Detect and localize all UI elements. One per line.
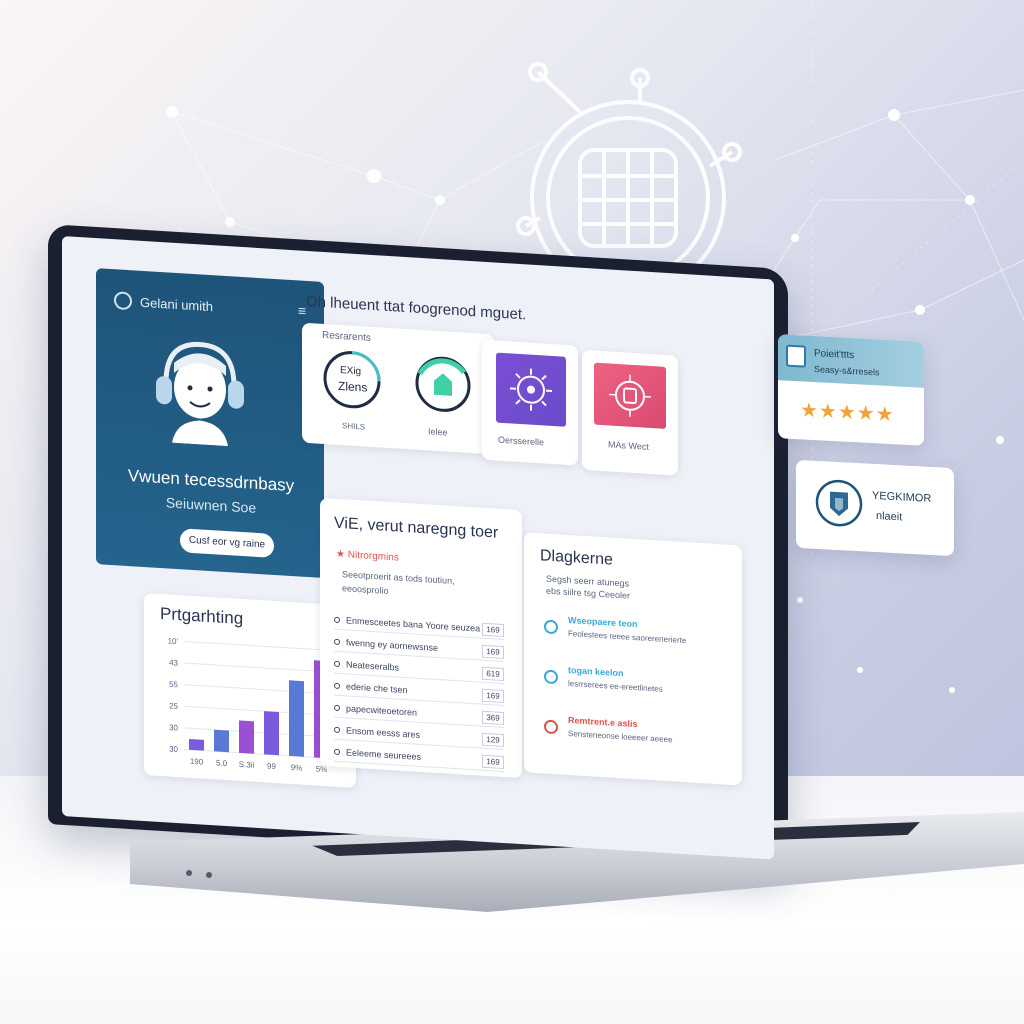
gauges-card[interactable]: Resrarents EXig Zlens SHILS Ielee (302, 322, 494, 455)
grid-line (184, 662, 334, 673)
insight-tile-purple[interactable]: Oersserelle (482, 339, 578, 466)
cert-subtitle: nlaeit (876, 510, 903, 524)
feed-item-text: Feolestees reeee saorerenerierte (568, 628, 687, 646)
x-tick-label: 190 (190, 757, 204, 767)
y-tick-label: 30 (169, 723, 178, 733)
tile3-caption: Oersserelle (498, 434, 545, 448)
bullet-icon (334, 748, 340, 756)
y-tick-label: 43 (169, 658, 178, 668)
ai-chip-icon (594, 362, 666, 429)
list-row-label: papecwiteoetoren (346, 703, 418, 718)
alert-label: ★ Nitrorgmins (336, 549, 399, 564)
bullet-icon (334, 682, 340, 690)
feed-status-icon (544, 719, 558, 735)
gauge2-caption: Ielee (428, 426, 448, 438)
list-row-label: Eeleeme seureees (346, 747, 422, 762)
feed-item-title: Wseopaere teon (568, 614, 638, 630)
chart-bar (189, 738, 204, 751)
chart-title: Prtgarhting (160, 603, 244, 629)
x-tick-label: S.3ii (239, 760, 255, 770)
list-row-label: Neateseralbs (346, 659, 400, 673)
bullet-icon (334, 638, 340, 646)
list-panel-title: ViE, verut naregng toer (334, 514, 499, 542)
review-card[interactable]: Poieit'ttts Seasy-s&rresels ★★★★★ (778, 334, 924, 446)
feed-status-icon (544, 669, 558, 685)
list-row-label: ederie che tsen (346, 681, 408, 696)
list-sub-2: eeoosprolio (342, 583, 389, 596)
list-row-label: Enmesceetes bana Yoore seuzea (346, 615, 481, 634)
feed-status-icon (544, 619, 558, 635)
list-row-value: 369 (482, 710, 504, 726)
shield-badge-icon (815, 479, 863, 527)
profile-sidebar: Gelani umith ≡ Vwuen tecessdrnbasy Seiuw… (96, 268, 324, 579)
feed-item[interactable]: Wseopaere teon Feolestees reeee saorerene… (544, 613, 724, 645)
chart-bar (264, 711, 279, 756)
menu-icon[interactable]: ≡ (298, 302, 306, 318)
gauge-value: Zlens (338, 378, 368, 395)
feed-panel-title: Dlagkerne (540, 547, 613, 569)
alert-text: Nitrorgmins (347, 549, 399, 564)
y-tick-label: 30 (169, 745, 178, 755)
y-tick-label: 25 (169, 701, 178, 711)
gauge-top-value: EXig (340, 365, 362, 378)
certification-card[interactable]: YEGKIMOR nlaeit (796, 459, 954, 557)
x-tick-label: 99 (267, 762, 276, 772)
refresh-ring-icon (415, 356, 471, 412)
laptop-screen: Gelani umith ≡ Vwuen tecessdrnbasy Seiuw… (62, 236, 774, 860)
x-tick-label: 5.0 (216, 758, 228, 768)
chart-bar (239, 720, 254, 754)
bullet-icon (334, 704, 340, 712)
feed-item-title: togan keelon (568, 664, 624, 679)
page-title: Oh lheuent ttat foogrenod mguet. (306, 292, 527, 324)
audio-port-icon (206, 872, 212, 878)
list-row-value: 169 (482, 644, 504, 660)
feed-panel: Dlagkerne Segsh seerr atunegs ebs siilre… (524, 532, 742, 786)
profile-action-button[interactable]: Cusf eor vg raine (180, 528, 274, 558)
feed-item-text: Sensteneonse loeeeer aeeee (568, 728, 673, 745)
grid-line (184, 748, 334, 760)
list-row-value: 169 (482, 754, 504, 770)
chart-bar (289, 680, 304, 757)
tile4-caption: MAs Wect (608, 439, 649, 452)
ai-brain-icon (496, 352, 566, 427)
logo-icon (114, 291, 132, 311)
gauges-label: Resrarents (322, 329, 371, 344)
cert-title: YEGKIMOR (872, 489, 932, 505)
grid-line (184, 684, 334, 695)
chart-bar (214, 729, 229, 753)
list-row-value: 169 (482, 688, 504, 704)
star-alert-icon: ★ (336, 548, 348, 561)
bullet-icon (334, 616, 340, 624)
list-row-value: 169 (482, 622, 504, 638)
rating-stars: ★★★★★ (800, 399, 895, 427)
feed-item-text: lesrrserees ee-ereetlinetes (568, 678, 663, 694)
list-row-value: 619 (482, 666, 504, 682)
feed-item[interactable]: togan keelon lesrrserees ee-ereetlinetes (544, 663, 724, 694)
bullet-icon (334, 660, 340, 668)
list-row-value: 129 (482, 732, 504, 748)
list-row-label: Ensom eesss ares (346, 725, 421, 740)
grid-line (184, 640, 334, 652)
list-row-label: fwenng ey aornewsnse (346, 637, 439, 654)
headset-avatar-icon (156, 341, 244, 447)
usb-port-icon (186, 870, 192, 876)
feed-item[interactable]: Remtrent.e aslis Sensteneonse loeeeer aee… (544, 713, 724, 744)
review-title: Poieit'ttts (814, 348, 855, 362)
badge-icon (786, 344, 806, 368)
bullet-icon (334, 726, 340, 734)
feed-item-title: Remtrent.e aslis (568, 714, 638, 730)
y-tick-label: 10' (168, 636, 179, 646)
gauge-caption: SHILS (342, 421, 366, 432)
list-panel: ViE, verut naregng toer ★ Nitrorgmins Se… (320, 497, 522, 779)
x-tick-label: 9% (291, 763, 303, 773)
insight-tile-pink[interactable]: MAs Wect (582, 349, 678, 476)
grid-line (184, 727, 334, 738)
y-tick-label: 55 (169, 680, 178, 690)
brand-name: Gelani umith (140, 294, 213, 315)
grid-line (184, 705, 334, 716)
